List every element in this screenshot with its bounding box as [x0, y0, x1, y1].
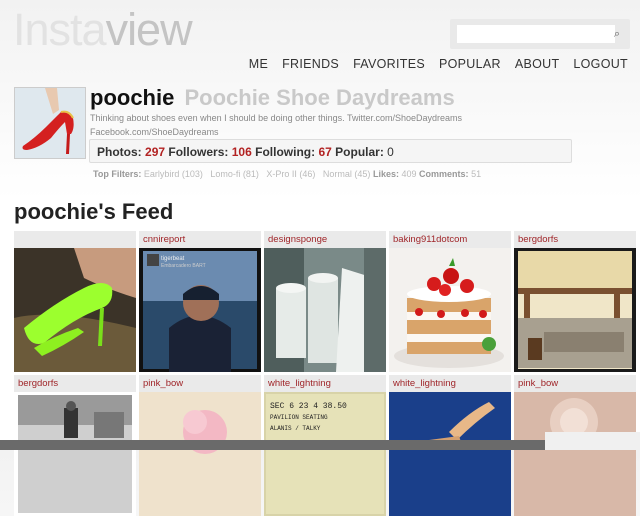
- app-logo[interactable]: Instaview: [13, 4, 193, 56]
- nav-favorites[interactable]: FAVORITES: [353, 57, 425, 71]
- stat-followers-value: 106: [231, 145, 252, 159]
- nav-friends[interactable]: FRIENDS: [282, 57, 339, 71]
- likes-value: 409: [401, 169, 417, 179]
- feed-item-username[interactable]: pink_bow: [139, 375, 261, 392]
- paper-rolls-image: [264, 248, 386, 372]
- nav-me[interactable]: ME: [249, 57, 268, 71]
- logo-part-2: view: [105, 4, 193, 55]
- cupcake-image: [139, 392, 261, 516]
- feed-photo[interactable]: [139, 392, 261, 516]
- filters-label: Top Filters:: [93, 169, 142, 179]
- feed-item-username[interactable]: bergdorfs: [14, 375, 136, 392]
- stats-bar: Photos: 297 Followers: 106 Following: 67…: [89, 139, 572, 163]
- feed-photo[interactable]: [264, 248, 386, 372]
- feed-title: poochie's Feed: [14, 199, 174, 224]
- stat-followers-label: Followers:: [168, 145, 229, 159]
- feed-item-username[interactable]: pink_bow: [514, 375, 636, 392]
- feed-item[interactable]: bergdorfs: [514, 231, 636, 372]
- stat-following-label: Following:: [255, 145, 316, 159]
- search-box: ⌕: [450, 19, 630, 49]
- green-heels-image: [14, 248, 136, 372]
- main-nav: ME FRIENDS FAVORITES POPULAR ABOUT LOGOU…: [249, 57, 628, 71]
- search-input[interactable]: [457, 25, 615, 43]
- feed-item-username[interactable]: white_lightning: [389, 375, 511, 392]
- police-officer-image: tigerbeat Embarcadero BART: [139, 248, 261, 372]
- nav-popular[interactable]: POPULAR: [439, 57, 501, 71]
- comments-label: Comments:: [419, 169, 469, 179]
- concert-ticket-image: SEC 6 23 4 38.50 PAVILION SEATING ALANIS…: [264, 392, 386, 516]
- feed-photo[interactable]: [389, 248, 511, 372]
- feed-item-username[interactable]: [14, 231, 136, 248]
- profile-username[interactable]: poochie: [90, 85, 174, 110]
- feed-photo[interactable]: tigerbeat Embarcadero BART: [139, 248, 261, 372]
- logo-part-1: Insta: [13, 4, 107, 55]
- top-filters: Top Filters: Earlybird (103) Lomo-fi (81…: [93, 169, 481, 179]
- feed-item[interactable]: designsponge: [264, 231, 386, 372]
- stat-following-value: 67: [318, 145, 332, 159]
- feed-photo[interactable]: [14, 248, 136, 372]
- bottom-scroll-bar: [0, 440, 640, 450]
- feed-item-username[interactable]: white_lightning: [264, 375, 386, 392]
- feed-item-username[interactable]: designsponge: [264, 231, 386, 248]
- filters-list: Earlybird (103) Lomo-fi (81) X-Pro II (4…: [143, 169, 371, 179]
- photo-overlay-location: Embarcadero BART: [161, 263, 206, 269]
- ticket-line-2: PAVILION SEATING: [270, 414, 328, 421]
- feed-photo[interactable]: [514, 248, 636, 372]
- feed-item-username[interactable]: bergdorfs: [514, 231, 636, 248]
- bottom-corner-panel: [545, 432, 640, 450]
- likes-label: Likes:: [372, 169, 399, 179]
- profile-link[interactable]: Facebook.com/ShoeDaydreams: [90, 127, 219, 137]
- profile-bio: Thinking about shoes even when I should …: [90, 113, 463, 123]
- feed-photo[interactable]: [514, 392, 636, 516]
- stat-popular-label: Popular:: [335, 145, 384, 159]
- profile-full-name: Poochie Shoe Daydreams: [184, 85, 455, 110]
- profile-heading: poochie Poochie Shoe Daydreams: [90, 85, 455, 111]
- sky-heel-image: [389, 392, 511, 516]
- feed-item[interactable]: cnnireport tigerbeat Embarcadero BART: [139, 231, 261, 372]
- feed-photo[interactable]: [14, 392, 136, 516]
- feed-item-username[interactable]: cnnireport: [139, 231, 261, 248]
- feed-item[interactable]: baking911dotcom: [389, 231, 511, 372]
- comments-value: 51: [471, 169, 482, 179]
- nav-about[interactable]: ABOUT: [515, 57, 560, 71]
- black-white-street-image: [14, 392, 136, 516]
- stat-popular-value: 0: [387, 145, 394, 159]
- avatar[interactable]: [14, 87, 86, 159]
- feed-photo[interactable]: [389, 392, 511, 516]
- stat-photos-value: 297: [145, 145, 166, 159]
- stat-photos-label: Photos:: [97, 145, 142, 159]
- photo-overlay-user: tigerbeat: [161, 256, 185, 262]
- terrace-cafe-image: [514, 248, 636, 372]
- strawberry-cake-image: [389, 248, 511, 372]
- ticket-line-1: SEC 6 23 4 38.50: [270, 402, 347, 411]
- search-icon[interactable]: ⌕: [608, 25, 626, 43]
- feed-photo[interactable]: SEC 6 23 4 38.50 PAVILION SEATING ALANIS…: [264, 392, 386, 516]
- avatar-shoe-image: [15, 88, 85, 158]
- feed-item-username[interactable]: baking911dotcom: [389, 231, 511, 248]
- nav-logout[interactable]: LOGOUT: [573, 57, 628, 71]
- feed-item[interactable]: [14, 231, 136, 372]
- ticket-line-3: ALANIS / TALKY: [270, 425, 321, 432]
- ruffle-fabric-image: [514, 392, 636, 516]
